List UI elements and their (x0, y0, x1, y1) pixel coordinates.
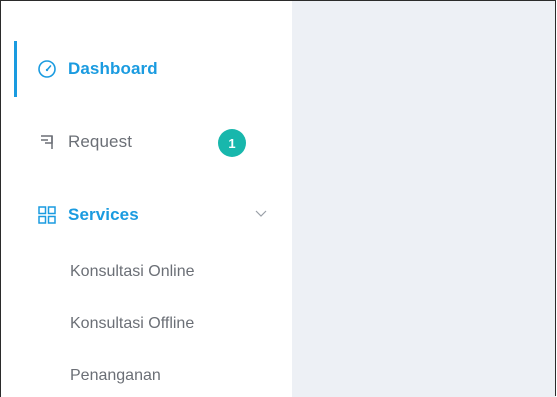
sidebar-item-dashboard[interactable]: Dashboard (14, 41, 292, 97)
grid-icon (36, 204, 58, 226)
flag-icon (36, 131, 58, 153)
sidebar-item-request[interactable]: Request 1 (14, 114, 292, 170)
sidebar-subitem-penanganan[interactable]: Penanganan (70, 362, 161, 390)
sidebar-item-label: Request (68, 132, 133, 151)
sidebar-subitem-konsultasi-online[interactable]: Konsultasi Online (70, 258, 195, 286)
sidebar-item-services[interactable]: Services (14, 187, 292, 243)
sidebar: Dashboard Request 1 Services Konsultasi … (0, 1, 292, 397)
request-count-badge: 1 (218, 129, 246, 157)
speedometer-icon (36, 58, 58, 80)
chevron-down-icon[interactable] (254, 207, 268, 221)
main-content-area (292, 1, 556, 397)
sidebar-item-label: Dashboard (68, 59, 158, 78)
sidebar-left-border (0, 1, 1, 397)
sidebar-subitem-konsultasi-offline[interactable]: Konsultasi Offline (70, 310, 194, 338)
sidebar-item-label: Services (68, 205, 139, 224)
